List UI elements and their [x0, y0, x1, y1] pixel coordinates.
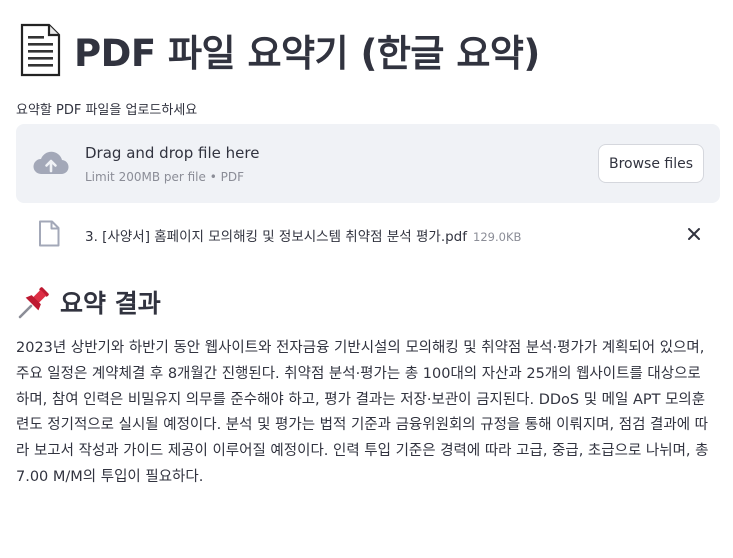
uploader-label: 요약할 PDF 파일을 업로드하세요 — [16, 103, 198, 118]
result-heading: 요약 결과 — [16, 284, 161, 320]
result-title: 요약 결과 — [60, 289, 161, 318]
page-title-row: PDF 파일 요약기 (한글 요약) — [16, 22, 540, 78]
file-name-line: 3. [사양서] 홈페이지 모의해킹 및 정보시스템 취약점 분석 평가.pdf… — [85, 225, 521, 245]
page-facing-up-icon — [20, 23, 61, 77]
file-dropzone[interactable]: Drag and drop file here Limit 200MB per … — [16, 124, 720, 203]
dropzone-limit: Limit 200MB per file • PDF — [85, 170, 244, 184]
file-icon — [39, 220, 60, 247]
uploaded-file-row: 3. [사양서] 홈페이지 모의해킹 및 정보시스템 취약점 분석 평가.pdf… — [16, 216, 720, 252]
browse-files-button[interactable]: Browse files — [598, 144, 704, 183]
page-title: PDF 파일 요약기 (한글 요약) — [74, 32, 540, 75]
pushpin-icon — [18, 287, 49, 319]
file-size: 129.0KB — [473, 230, 522, 244]
summary-text: 2023년 상반기와 하반기 동안 웹사이트와 전자금융 기반시설의 모의해킹 … — [16, 340, 709, 485]
dropzone-title: Drag and drop file here — [85, 144, 260, 162]
cloud-upload-icon — [33, 151, 69, 175]
app-page: PDF 파일 요약기 (한글 요약) 요약할 PDF 파일을 업로드하세요 Dr… — [0, 0, 733, 558]
file-name: 3. [사양서] 홈페이지 모의해킹 및 정보시스템 취약점 분석 평가.pdf — [85, 229, 468, 245]
close-icon[interactable] — [686, 226, 702, 242]
